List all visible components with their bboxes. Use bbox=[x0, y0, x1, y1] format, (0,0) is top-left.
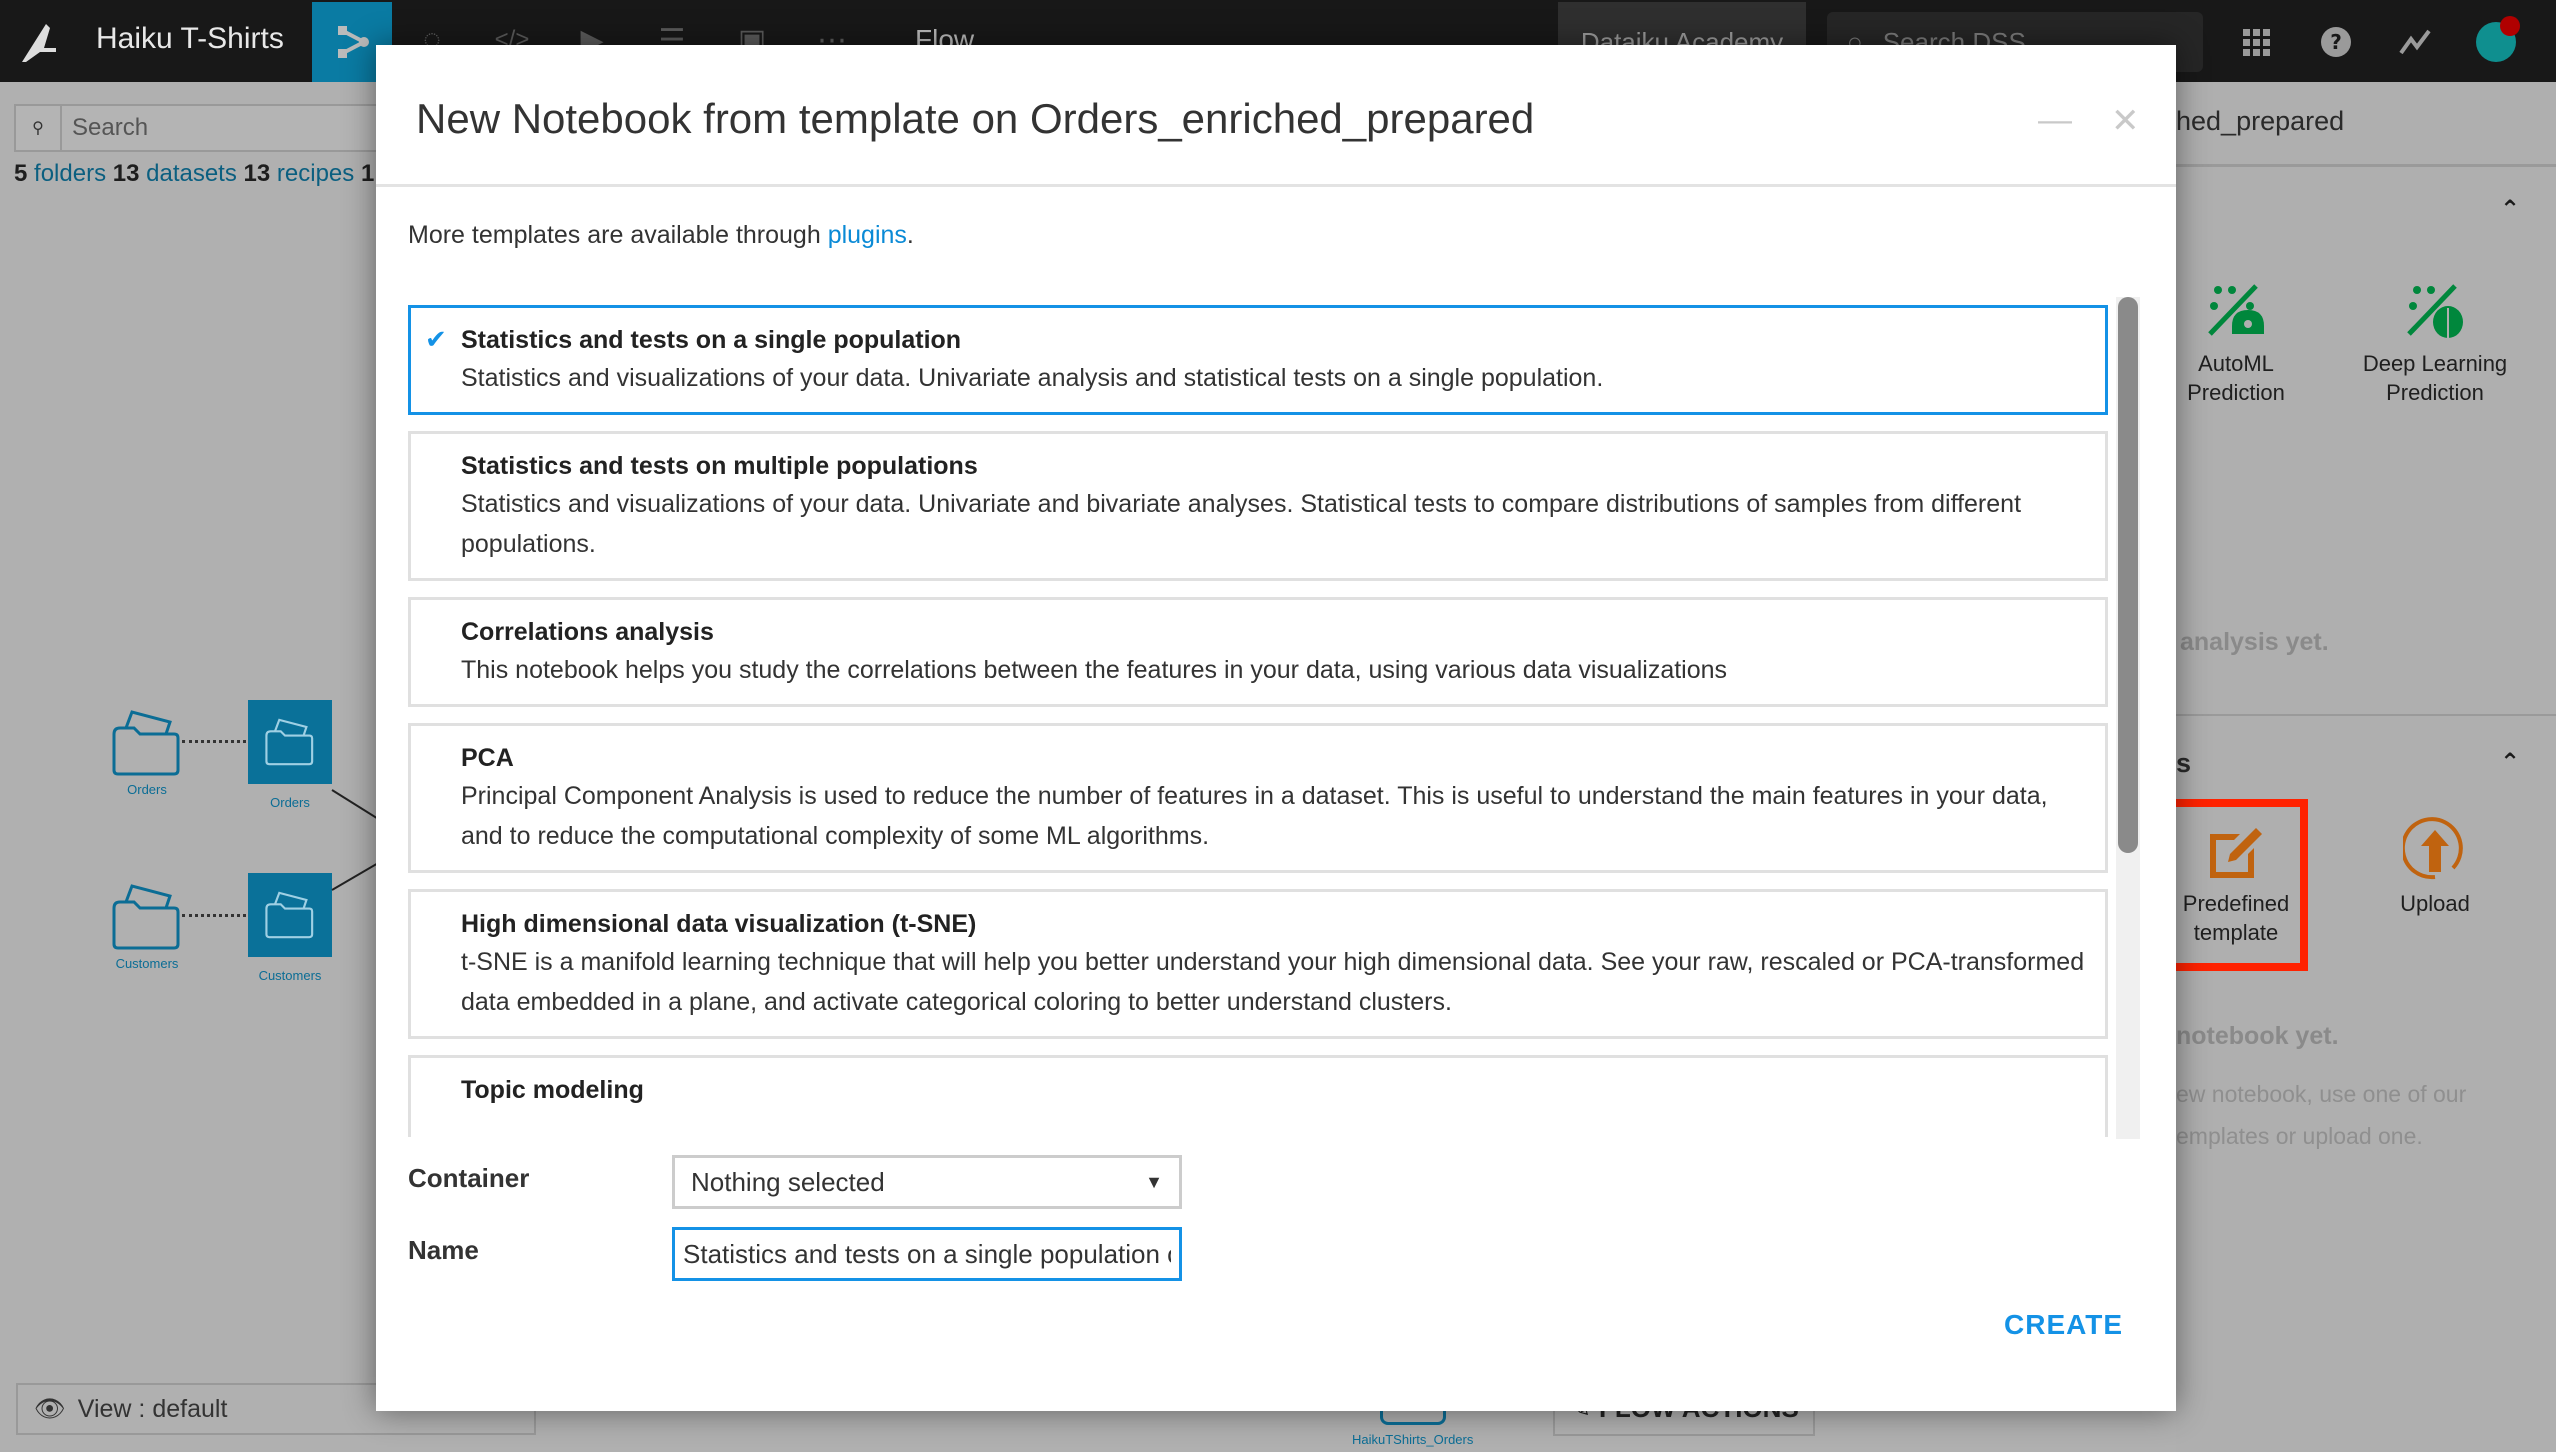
templates-intro: More templates are available through plu… bbox=[408, 221, 914, 250]
template-list-scroll-thumb[interactable] bbox=[2118, 297, 2138, 853]
template-item-correlations[interactable]: Correlations analysis This notebook help… bbox=[408, 597, 2108, 707]
container-select[interactable]: Nothing selected ▼ bbox=[672, 1155, 1182, 1209]
dropdown-caret-icon: ▼ bbox=[1145, 1171, 1163, 1192]
template-title: PCA bbox=[461, 744, 514, 772]
checkmark-icon: ✔ bbox=[425, 324, 447, 354]
dialog-header: New Notebook from template on Orders_enr… bbox=[376, 45, 2176, 187]
template-list[interactable]: ✔ Statistics and tests on a single popul… bbox=[408, 305, 2108, 1137]
template-item-topic-modeling[interactable]: Topic modeling bbox=[408, 1055, 2108, 1137]
name-label: Name bbox=[408, 1235, 479, 1265]
intro-end: . bbox=[906, 221, 914, 249]
plugins-link[interactable]: plugins bbox=[828, 221, 907, 249]
template-description: Statistics and visualizations of your da… bbox=[461, 490, 2022, 558]
template-description: Statistics and visualizations of your da… bbox=[461, 364, 1604, 392]
template-description: This notebook helps you study the correl… bbox=[461, 656, 1728, 684]
notebook-name-input[interactable] bbox=[672, 1227, 1182, 1281]
template-title: Correlations analysis bbox=[461, 618, 714, 646]
template-title: Topic modeling bbox=[461, 1076, 644, 1104]
intro-text: More templates are available through bbox=[408, 221, 828, 249]
close-icon[interactable]: ✕ bbox=[2111, 101, 2140, 141]
template-item-single-population[interactable]: ✔ Statistics and tests on a single popul… bbox=[408, 305, 2108, 415]
template-item-multiple-populations[interactable]: Statistics and tests on multiple populat… bbox=[408, 431, 2108, 581]
template-title: Statistics and tests on multiple populat… bbox=[461, 452, 978, 480]
container-selected-value: Nothing selected bbox=[691, 1166, 885, 1197]
template-title: Statistics and tests on a single populat… bbox=[461, 326, 962, 354]
template-item-pca[interactable]: PCA Principal Component Analysis is used… bbox=[408, 723, 2108, 873]
create-button[interactable]: CREATE bbox=[2004, 1309, 2123, 1341]
minimize-icon[interactable]: — bbox=[2038, 101, 2072, 140]
template-item-tsne[interactable]: High dimensional data visualization (t-S… bbox=[408, 889, 2108, 1039]
new-notebook-dialog: New Notebook from template on Orders_enr… bbox=[376, 45, 2176, 1411]
template-description bbox=[461, 1108, 2089, 1137]
container-label: Container bbox=[408, 1163, 530, 1193]
dialog-title: New Notebook from template on Orders_enr… bbox=[416, 95, 1535, 142]
template-title: High dimensional data visualization (t-S… bbox=[461, 910, 977, 938]
template-description: t-SNE is a manifold learning technique t… bbox=[461, 948, 2085, 1016]
template-description: Principal Component Analysis is used to … bbox=[461, 782, 2048, 850]
